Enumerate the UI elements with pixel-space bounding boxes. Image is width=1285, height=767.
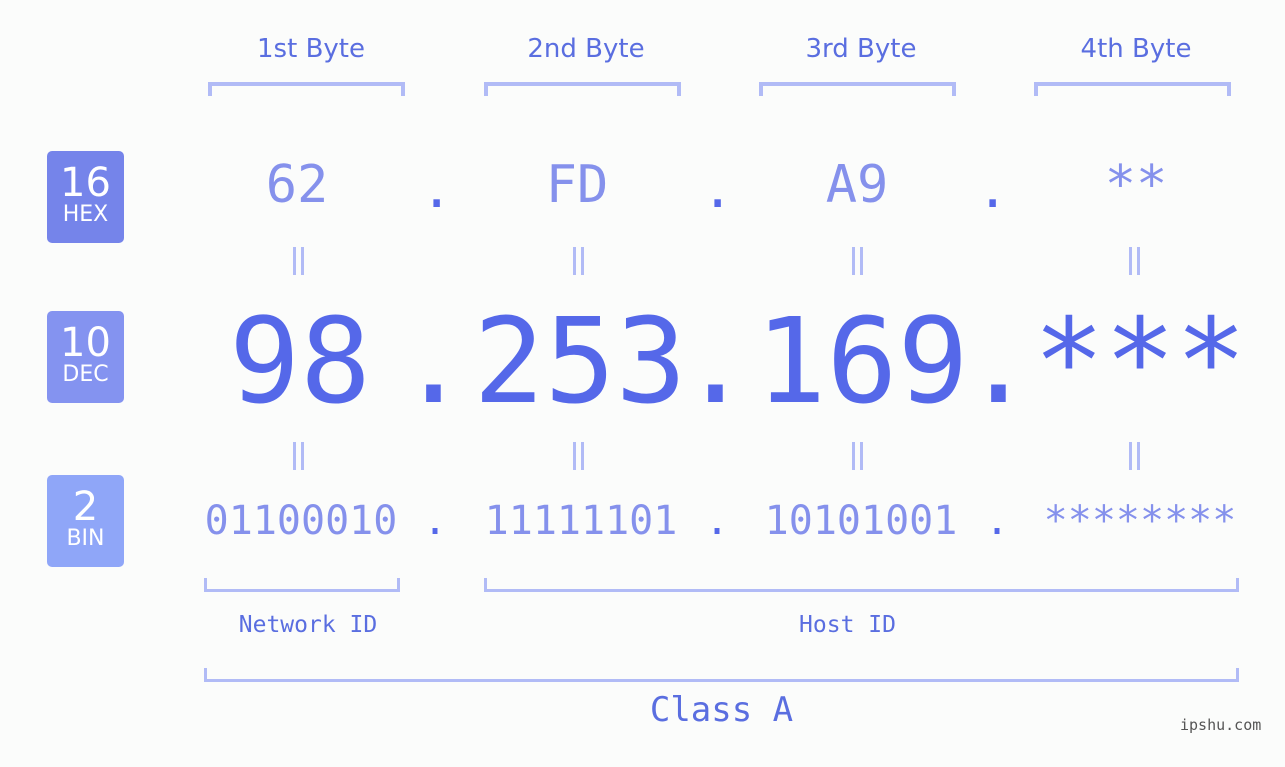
- watermark: ipshu.com: [1180, 716, 1262, 734]
- bin-badge: 2 BIN: [47, 475, 124, 567]
- hex-byte-2: FD: [545, 155, 609, 215]
- equals-icon: [1129, 442, 1141, 470]
- dec-byte-1: 98: [228, 292, 372, 430]
- equals-icon: [293, 247, 305, 275]
- hex-byte-1: 62: [265, 155, 329, 215]
- equals-icon: [293, 442, 305, 470]
- dec-byte-3: 169: [755, 292, 969, 430]
- byte-bracket-4: [1034, 82, 1231, 96]
- equals-icon: [573, 247, 585, 275]
- equals-icon: [573, 442, 585, 470]
- bin-base-number: 2: [72, 484, 99, 530]
- bin-byte-2: 11111101: [484, 498, 678, 544]
- hex-badge: 16 HEX: [47, 151, 124, 243]
- byte-bracket-3: [759, 82, 956, 96]
- equals-icon: [1129, 247, 1141, 275]
- bin-byte-1: 01100010: [204, 498, 398, 544]
- dec-base-number: 10: [60, 320, 111, 366]
- bin-byte-4: ********: [1043, 498, 1237, 544]
- byte-header-3: 3rd Byte: [805, 34, 917, 64]
- hex-dot-1: .: [421, 160, 453, 220]
- network-id-bracket: [204, 578, 400, 592]
- dec-badge: 10 DEC: [47, 311, 124, 403]
- host-id-label: Host ID: [799, 612, 896, 638]
- hex-base-number: 16: [60, 160, 111, 206]
- host-id-bracket: [484, 578, 1239, 592]
- dec-byte-2: 253: [473, 292, 687, 430]
- equals-icon: [852, 247, 864, 275]
- dec-dot-2: .: [680, 292, 752, 430]
- bin-dot-3: .: [985, 498, 1010, 544]
- byte-header-2: 2nd Byte: [527, 34, 645, 64]
- hex-byte-3: A9: [825, 155, 889, 215]
- bin-base-name: BIN: [66, 526, 105, 551]
- network-id-label: Network ID: [238, 612, 378, 638]
- hex-base-name: HEX: [62, 202, 109, 227]
- dec-base-name: DEC: [62, 362, 109, 387]
- class-bracket: [204, 668, 1239, 682]
- bin-dot-1: .: [423, 498, 448, 544]
- hex-dot-3: .: [977, 160, 1009, 220]
- hex-byte-4: **: [1104, 155, 1168, 215]
- byte-header-4: 4th Byte: [1080, 34, 1192, 64]
- byte-bracket-1: [208, 82, 405, 96]
- class-label: Class A: [649, 690, 794, 730]
- byte-header-1: 1st Byte: [257, 34, 365, 64]
- dec-byte-4: ***: [1033, 292, 1247, 430]
- byte-bracket-2: [484, 82, 681, 96]
- dec-dot-1: .: [398, 292, 470, 430]
- equals-icon: [852, 442, 864, 470]
- bin-dot-2: .: [705, 498, 730, 544]
- bin-byte-3: 10101001: [764, 498, 958, 544]
- hex-dot-2: .: [702, 160, 734, 220]
- dec-dot-3: .: [963, 292, 1035, 430]
